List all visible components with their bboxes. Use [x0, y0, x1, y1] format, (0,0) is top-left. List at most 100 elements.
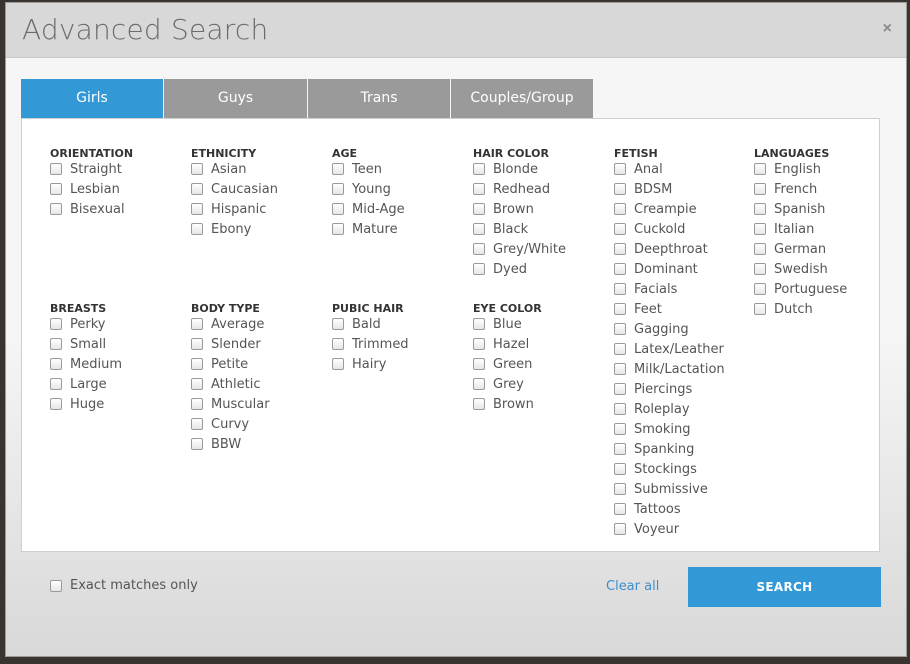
- checkbox-box[interactable]: [473, 183, 485, 195]
- checkbox-box[interactable]: [473, 163, 485, 175]
- ethnicity-option[interactable]: Hispanic: [191, 201, 278, 221]
- pubic-hair-option[interactable]: Hairy: [332, 356, 409, 376]
- checkbox-box[interactable]: [191, 183, 203, 195]
- languages-option[interactable]: Swedish: [754, 261, 847, 281]
- checkbox-box[interactable]: [50, 358, 62, 370]
- checkbox-box[interactable]: [614, 243, 626, 255]
- checkbox-box[interactable]: [614, 483, 626, 495]
- checkbox-box[interactable]: [614, 423, 626, 435]
- checkbox-box[interactable]: [754, 183, 766, 195]
- pubic-hair-option[interactable]: Trimmed: [332, 336, 409, 356]
- fetish-option[interactable]: Anal: [614, 161, 725, 181]
- checkbox-box[interactable]: [332, 183, 344, 195]
- checkbox-box[interactable]: [473, 263, 485, 275]
- eye-color-option[interactable]: Brown: [473, 396, 542, 416]
- fetish-option[interactable]: BDSM: [614, 181, 725, 201]
- checkbox-box[interactable]: [754, 203, 766, 215]
- checkbox-box[interactable]: [50, 183, 62, 195]
- body-type-option[interactable]: BBW: [191, 436, 270, 456]
- checkbox-box[interactable]: [754, 283, 766, 295]
- languages-option[interactable]: Portuguese: [754, 281, 847, 301]
- search-button[interactable]: SEARCH: [688, 567, 881, 607]
- fetish-option[interactable]: Feet: [614, 301, 725, 321]
- checkbox-box[interactable]: [473, 338, 485, 350]
- checkbox-box[interactable]: [50, 163, 62, 175]
- checkbox-box[interactable]: [473, 378, 485, 390]
- checkbox-box[interactable]: [614, 263, 626, 275]
- fetish-option[interactable]: Submissive: [614, 481, 725, 501]
- body-type-option[interactable]: Petite: [191, 356, 270, 376]
- checkbox-box[interactable]: [332, 223, 344, 235]
- ethnicity-option[interactable]: Asian: [191, 161, 278, 181]
- checkbox-box[interactable]: [614, 183, 626, 195]
- pubic-hair-option[interactable]: Bald: [332, 316, 409, 336]
- checkbox-box[interactable]: [614, 403, 626, 415]
- checkbox-box[interactable]: [614, 443, 626, 455]
- tab-girls[interactable]: Girls: [21, 79, 163, 118]
- checkbox-box[interactable]: [473, 203, 485, 215]
- orientation-option[interactable]: Straight: [50, 161, 133, 181]
- age-option[interactable]: Teen: [332, 161, 405, 181]
- age-option[interactable]: Young: [332, 181, 405, 201]
- body-type-option[interactable]: Average: [191, 316, 270, 336]
- checkbox-box[interactable]: [332, 358, 344, 370]
- breasts-option[interactable]: Small: [50, 336, 122, 356]
- languages-option[interactable]: Dutch: [754, 301, 847, 321]
- fetish-option[interactable]: Latex/Leather: [614, 341, 725, 361]
- checkbox-box[interactable]: [754, 263, 766, 275]
- checkbox-box[interactable]: [191, 398, 203, 410]
- checkbox-box[interactable]: [614, 523, 626, 535]
- breasts-option[interactable]: Huge: [50, 396, 122, 416]
- checkbox-box[interactable]: [614, 363, 626, 375]
- checkbox-box[interactable]: [614, 283, 626, 295]
- checkbox-box[interactable]: [614, 343, 626, 355]
- languages-option[interactable]: Spanish: [754, 201, 847, 221]
- hair-color-option[interactable]: Dyed: [473, 261, 566, 281]
- fetish-option[interactable]: Facials: [614, 281, 725, 301]
- clear-all-link[interactable]: Clear all: [606, 579, 659, 594]
- body-type-option[interactable]: Slender: [191, 336, 270, 356]
- checkbox-box[interactable]: [473, 318, 485, 330]
- ethnicity-option[interactable]: Ebony: [191, 221, 278, 241]
- checkbox-box[interactable]: [191, 223, 203, 235]
- checkbox-box[interactable]: [614, 163, 626, 175]
- checkbox-box[interactable]: [191, 203, 203, 215]
- checkbox-box[interactable]: [191, 318, 203, 330]
- checkbox-box[interactable]: [614, 383, 626, 395]
- fetish-option[interactable]: Roleplay: [614, 401, 725, 421]
- hair-color-option[interactable]: Black: [473, 221, 566, 241]
- fetish-option[interactable]: Smoking: [614, 421, 725, 441]
- checkbox-box[interactable]: [614, 463, 626, 475]
- fetish-option[interactable]: Dominant: [614, 261, 725, 281]
- fetish-option[interactable]: Voyeur: [614, 521, 725, 541]
- languages-option[interactable]: English: [754, 161, 847, 181]
- orientation-option[interactable]: Bisexual: [50, 201, 133, 221]
- checkbox-box[interactable]: [754, 163, 766, 175]
- checkbox-box[interactable]: [614, 203, 626, 215]
- fetish-option[interactable]: Piercings: [614, 381, 725, 401]
- checkbox-box[interactable]: [754, 303, 766, 315]
- tab-couples-group[interactable]: Couples/Group: [451, 79, 593, 118]
- ethnicity-option[interactable]: Caucasian: [191, 181, 278, 201]
- checkbox-box[interactable]: [50, 398, 62, 410]
- checkbox-box[interactable]: [191, 438, 203, 450]
- tab-guys[interactable]: Guys: [164, 79, 307, 118]
- fetish-option[interactable]: Cuckold: [614, 221, 725, 241]
- close-icon[interactable]: ×: [883, 21, 892, 37]
- checkbox-box[interactable]: [332, 163, 344, 175]
- body-type-option[interactable]: Athletic: [191, 376, 270, 396]
- fetish-option[interactable]: Gagging: [614, 321, 725, 341]
- checkbox-box[interactable]: [614, 303, 626, 315]
- languages-option[interactable]: Italian: [754, 221, 847, 241]
- languages-option[interactable]: German: [754, 241, 847, 261]
- body-type-option[interactable]: Curvy: [191, 416, 270, 436]
- eye-color-option[interactable]: Grey: [473, 376, 542, 396]
- checkbox-box[interactable]: [50, 338, 62, 350]
- checkbox-box[interactable]: [614, 223, 626, 235]
- tab-trans[interactable]: Trans: [308, 79, 450, 118]
- checkbox-box[interactable]: [191, 338, 203, 350]
- checkbox-box[interactable]: [50, 378, 62, 390]
- age-option[interactable]: Mid-Age: [332, 201, 405, 221]
- hair-color-option[interactable]: Grey/White: [473, 241, 566, 261]
- checkbox-box[interactable]: [191, 163, 203, 175]
